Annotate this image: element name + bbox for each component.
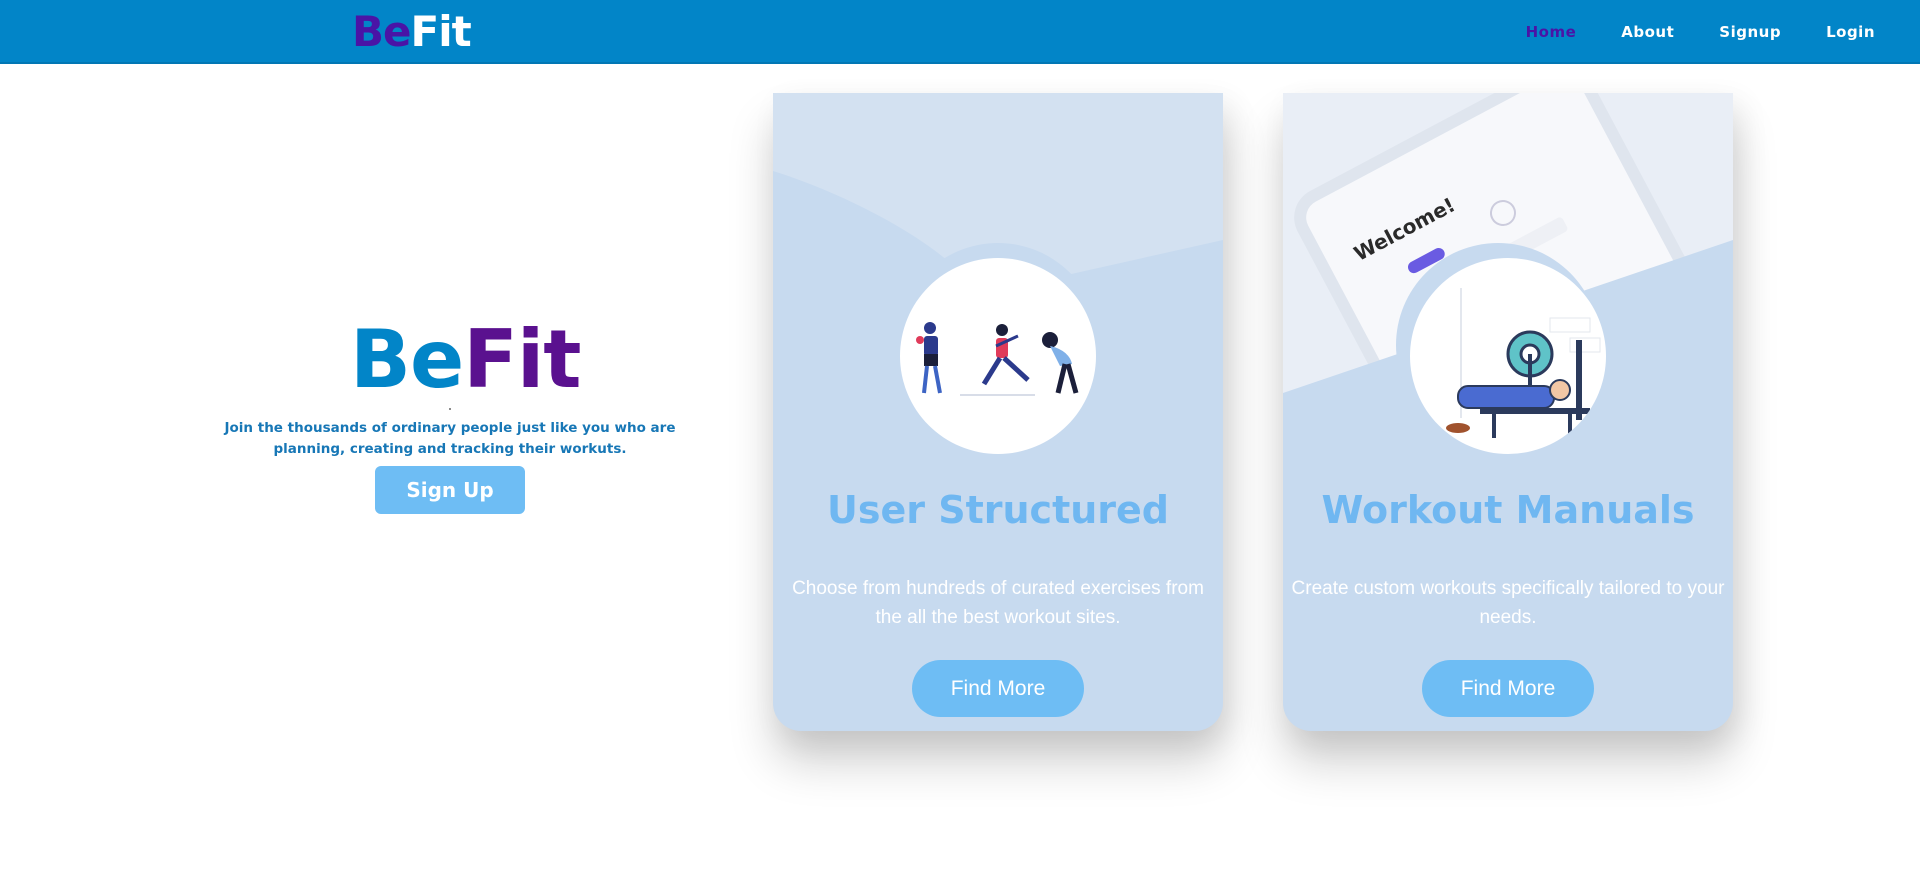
card-description: Choose from hundreds of curated exercise… (792, 578, 1204, 628)
card-user-structured: User Structured Choose from hundreds of … (773, 93, 1223, 731)
brand-be: Be (352, 7, 411, 56)
card-workout-manuals: Welcome! Workout Manuals Create custom w… (1283, 93, 1733, 731)
bench-press-illustration (1410, 258, 1606, 454)
find-more-button[interactable]: Find More (912, 660, 1084, 717)
card-title: Workout Manuals (1321, 488, 1695, 532)
nav-signup[interactable]: Signup (1719, 23, 1781, 41)
brand-logo[interactable]: BeFit (352, 6, 472, 58)
hero-logo-fit: Fit (463, 313, 581, 406)
hero-tagline: Join the thousands of ordinary people ju… (224, 420, 676, 457)
brand-fit: Fit (410, 7, 472, 56)
nav-about[interactable]: About (1621, 23, 1674, 41)
find-more-button[interactable]: Find More (1422, 660, 1594, 717)
hero-logo: BeFit (350, 312, 582, 408)
top-navbar: BeFit Home About Signup Login (0, 0, 1920, 64)
hero-dot (449, 408, 451, 410)
exercisers-illustration (900, 258, 1096, 454)
card-description: Create custom workouts specifically tail… (1291, 578, 1725, 628)
hero-logo-be: Be (350, 313, 464, 406)
people-exercising-icon (916, 322, 1079, 396)
hero-signup-button[interactable]: Sign Up (375, 466, 525, 514)
nav-login[interactable]: Login (1826, 23, 1875, 41)
card-title: User Structured (827, 488, 1169, 532)
nav-home[interactable]: Home (1526, 23, 1577, 41)
bench-press-icon (1446, 288, 1601, 438)
nav-links: Home About Signup Login (1526, 0, 1920, 64)
